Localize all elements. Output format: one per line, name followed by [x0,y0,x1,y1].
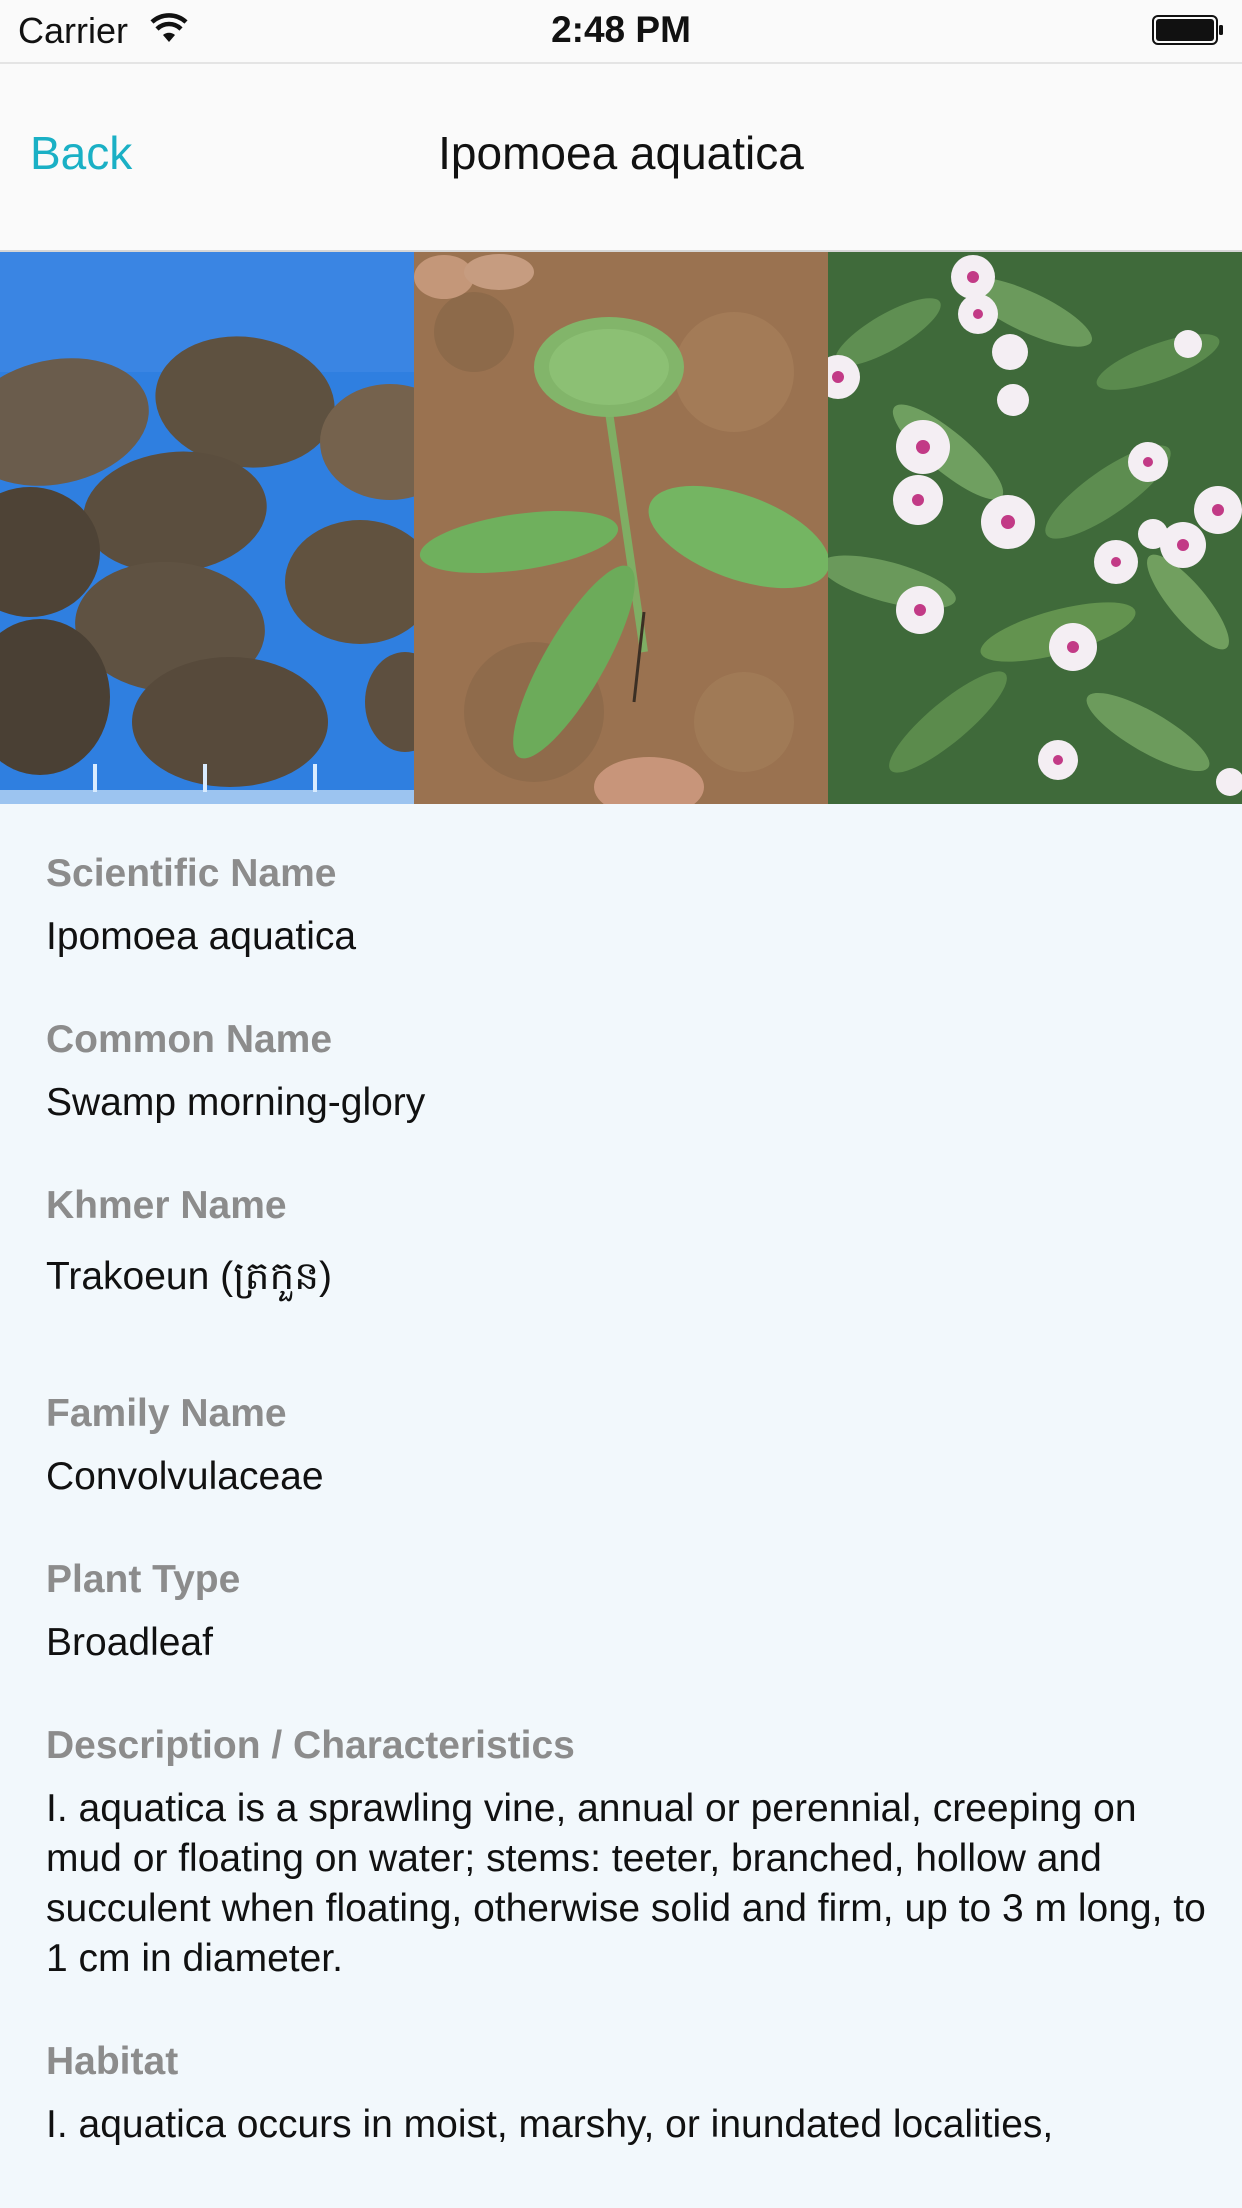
khmer-name-label: Khmer Name [46,1184,287,1227]
seedling-photo[interactable] [414,252,828,804]
family-name-field: Family Name Convolvulaceae [46,1388,1206,1502]
habitat-field: Habitat I. aquatica occurs in moist, mar… [46,2036,1206,2150]
seedling-image [414,252,828,804]
back-button[interactable]: Back [30,126,132,180]
photo-gallery[interactable] [0,252,1242,804]
plant-type-field: Plant Type Broadleaf [46,1554,1206,1668]
common-name-field: Common Name Swamp morning-glory [46,1014,1206,1128]
family-name-value: Convolvulaceae [46,1455,324,1498]
flowers-image [828,252,1242,804]
description-text: I. aquatica is a sprawling vine, annual … [46,1787,1206,1980]
scientific-name-value: Ipomoea aquatica [46,915,357,958]
seeds-photo[interactable] [0,252,414,804]
description-label: Description / Characteristics [46,1724,575,1767]
family-name-label: Family Name [46,1392,287,1435]
description-field: Description / Characteristics I. aquatic… [46,1720,1206,1984]
scientific-name-label: Scientific Name [46,852,337,895]
plant-type-value: Broadleaf [46,1621,213,1664]
page-title: Ipomoea aquatica [438,127,804,179]
common-name-value: Swamp morning-glory [46,1081,426,1124]
habitat-text: I. aquatica occurs in moist, marshy, or … [46,2103,1054,2146]
plant-details: Scientific Name Ipomoea aquatica Common … [46,848,1206,2150]
navigation-bar: Back Ipomoea aquatica [0,62,1242,252]
clock: 2:48 PM [551,9,691,50]
common-name-label: Common Name [46,1018,333,1061]
status-bar: Carrier 2:48 PM [0,0,1242,62]
khmer-name-value: Trakoeun (ត្រកួន) [46,1255,333,1298]
khmer-name-field: Khmer Name Trakoeun (ត្រកួន) [46,1180,1206,1302]
battery-icon [1152,15,1223,45]
habitat-label: Habitat [46,2040,179,2083]
plant-type-label: Plant Type [46,1558,241,1601]
flowers-photo[interactable] [828,252,1242,804]
scientific-name-field: Scientific Name Ipomoea aquatica [46,848,1206,962]
seeds-image [0,252,414,804]
